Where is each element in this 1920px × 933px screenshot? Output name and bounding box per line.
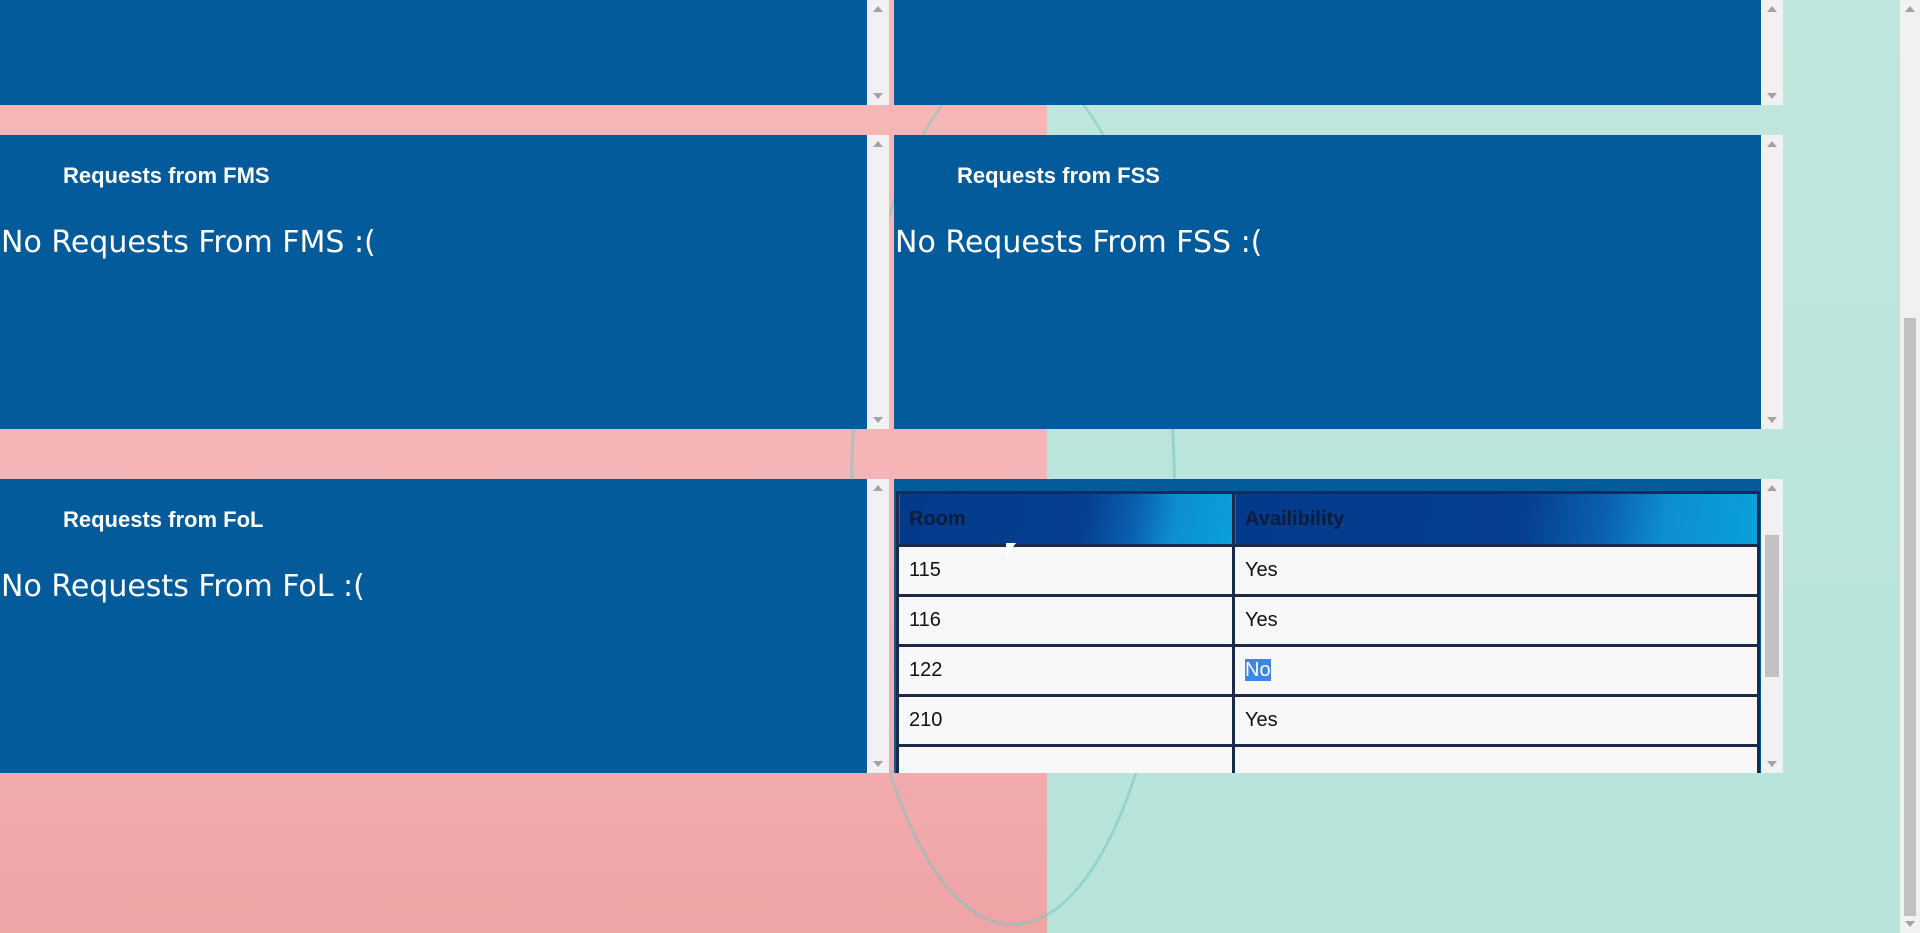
panel-title: Requests from FoL [63,507,264,532]
panel-fol-requests[interactable]: Requests from FoL No Requests From FoL :… [0,479,889,773]
table-row: 122 No [896,644,1760,697]
page-scrollbar[interactable] [1900,0,1920,933]
scroll-up-icon[interactable] [873,6,883,12]
empty-requests-message: No Requests From FoL :( [1,569,365,604]
room-cell: 210 [896,694,1235,747]
table-header-row: Room Availibility [896,491,1760,547]
scroll-up-icon[interactable] [1767,485,1777,491]
panel-top-left[interactable] [0,0,889,105]
empty-requests-message: No Requests From FSS :( [895,225,1263,260]
availability-cell: No [1232,644,1760,697]
availability-cell [1232,744,1760,773]
page-scrollbar-thumb[interactable] [1904,318,1916,916]
availability-cell: Yes [1232,694,1760,747]
room-cell: 115 [896,544,1235,597]
scroll-down-icon[interactable] [1767,761,1777,767]
panel-title: Requests from FMS [63,163,270,188]
scroll-up-icon[interactable] [1767,141,1777,147]
column-header-availability: Availibility [1232,491,1760,547]
scroll-down-icon[interactable] [873,417,883,423]
scroll-down-icon[interactable] [1767,417,1777,423]
panel-fss-requests[interactable]: Requests from FSS No Requests From FSS :… [894,135,1783,429]
room-availability-table: Room Availibility 115 Yes 116 Yes 122 No… [896,491,1760,773]
panel-scrollbar[interactable] [1761,135,1783,429]
panel-scrollbar[interactable] [1761,479,1783,773]
scroll-up-icon[interactable] [1905,6,1915,12]
panel-scrollbar[interactable] [867,135,889,429]
panel-title: Requests from FSS [957,163,1160,188]
table-row: 115 Yes [896,544,1760,597]
room-cell: 116 [896,594,1235,647]
selected-text: No [1245,659,1271,681]
panel-top-right[interactable] [894,0,1783,105]
panel-room-availability[interactable]: Room Availibility 115 Yes 116 Yes 122 No… [894,479,1783,773]
room-cell [896,744,1235,773]
panel-scrollbar[interactable] [867,0,889,105]
scroll-up-icon[interactable] [873,485,883,491]
panel-fms-requests[interactable]: Requests from FMS No Requests From FMS :… [0,135,889,429]
scroll-down-icon[interactable] [1905,921,1915,927]
scroll-up-icon[interactable] [1767,6,1777,12]
scrollbar-thumb[interactable] [1765,535,1779,677]
empty-requests-message: No Requests From FMS :( [1,225,376,260]
scroll-up-icon[interactable] [873,141,883,147]
panel-scrollbar[interactable] [867,479,889,773]
room-cell: 122 [896,644,1235,697]
mouse-cursor-icon [1006,543,1016,557]
table-row: 210 Yes [896,694,1760,747]
table-row: 116 Yes [896,594,1760,647]
availability-cell: Yes [1232,544,1760,597]
column-header-room: Room [896,491,1235,547]
table-row-partial [896,744,1760,773]
scroll-down-icon[interactable] [873,761,883,767]
scroll-down-icon[interactable] [1767,93,1777,99]
panel-scrollbar[interactable] [1761,0,1783,105]
availability-cell: Yes [1232,594,1760,647]
scroll-down-icon[interactable] [873,93,883,99]
